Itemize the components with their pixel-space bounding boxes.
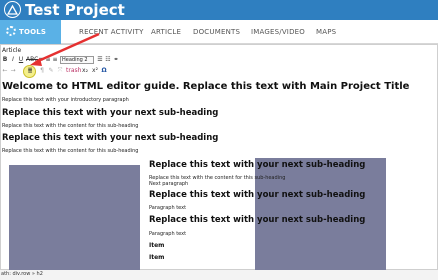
sub-heading-1[interactable]: Replace this text with your next sub-hea… — [2, 108, 218, 118]
special-char-button[interactable]: Ω — [101, 66, 107, 76]
edit-button[interactable]: ✎ — [48, 66, 54, 76]
editor-content[interactable]: Welcome to HTML editor guide. Replace th… — [2, 81, 438, 270]
subscript-button[interactable]: x₂ — [81, 66, 89, 76]
superscript-button[interactable]: x² — [91, 66, 99, 76]
right-heading-2[interactable]: Replace this text with your next sub-hea… — [149, 190, 365, 200]
intro-paragraph[interactable]: Replace this text with your introductory… — [2, 97, 129, 103]
clear-format-button[interactable]: trash — [66, 66, 81, 76]
justify-button[interactable]: ≣ — [26, 66, 34, 76]
tab-recent-activity[interactable]: RECENT ACTIVITY — [79, 20, 144, 44]
strikethrough-button[interactable]: ABC — [26, 55, 38, 65]
list-item-1[interactable]: Item — [149, 242, 164, 249]
insert-button[interactable]: ⤧ — [57, 66, 63, 76]
tab-article[interactable]: ARTICLE — [151, 20, 181, 44]
sub-paragraph-1[interactable]: Replace this text with the content for t… — [2, 123, 138, 129]
right-paragraph-3[interactable]: Paragraph text — [149, 231, 186, 237]
image-placeholder-left[interactable] — [9, 165, 140, 270]
status-bar: ath: div.row » h2 — [0, 270, 438, 280]
align-right-button[interactable]: ≡ — [52, 55, 58, 65]
editor-toolbar-row1: B I U ABC ≡ ≡ ≡ Heading 2 ☰ ☷ ⚭ — [2, 55, 172, 65]
sub-heading-2[interactable]: Replace this text with your next sub-hea… — [2, 133, 218, 143]
tab-documents[interactable]: DOCUMENTS — [193, 20, 240, 44]
format-select[interactable]: Heading 2 — [60, 56, 94, 64]
right-paragraph-1b[interactable]: Next paragraph — [149, 181, 188, 187]
main-title[interactable]: Welcome to HTML editor guide. Replace th… — [2, 81, 409, 92]
sub-paragraph-2[interactable]: Replace this text with the content for t… — [2, 148, 138, 154]
list-item-2[interactable]: Item — [149, 254, 164, 261]
align-center-button[interactable]: ≡ — [45, 55, 51, 65]
section-label: Article — [2, 47, 22, 54]
element-path: ath: div.row » h2 — [1, 271, 43, 277]
html-editor[interactable]: Article B I U ABC ≡ ≡ ≡ Heading 2 ☰ ☷ ⚭ … — [0, 44, 438, 270]
tab-maps[interactable]: MAPS — [316, 20, 336, 44]
title-bar: Test Project — [0, 0, 438, 20]
paragraph-button[interactable]: ¶ — [39, 66, 45, 76]
gear-icon — [6, 26, 16, 36]
bullet-list-icon[interactable]: ☰ — [97, 55, 103, 65]
tab-bar: TOOLS RECENT ACTIVITY ARTICLE DOCUMENTS … — [0, 20, 438, 44]
italic-button[interactable]: I — [10, 55, 16, 65]
app-title: Test Project — [25, 1, 125, 19]
tab-images-video[interactable]: IMAGES/VIDEO — [251, 20, 305, 44]
bold-button[interactable]: B — [2, 55, 8, 65]
underline-button[interactable]: U — [18, 55, 24, 65]
align-left-button[interactable]: ≡ — [38, 55, 44, 65]
indent-button[interactable]: → — [10, 66, 16, 76]
outdent-button[interactable]: ← — [2, 66, 8, 76]
right-heading-1[interactable]: Replace this text with your next sub-hea… — [149, 160, 365, 170]
tab-tools-label: TOOLS — [19, 28, 47, 36]
tab-tools[interactable]: TOOLS — [0, 20, 61, 44]
right-paragraph-2[interactable]: Paragraph text — [149, 205, 186, 211]
logo-icon — [4, 1, 21, 18]
right-heading-3[interactable]: Replace this text with your next sub-hea… — [149, 215, 365, 225]
numbered-list-icon[interactable]: ☷ — [105, 55, 111, 65]
editor-toolbar-row2: ← → ≣ ¶ ✎ ⤧ trash x₂ x² Ω — [2, 66, 172, 77]
link-icon[interactable]: ⚭ — [113, 55, 119, 65]
